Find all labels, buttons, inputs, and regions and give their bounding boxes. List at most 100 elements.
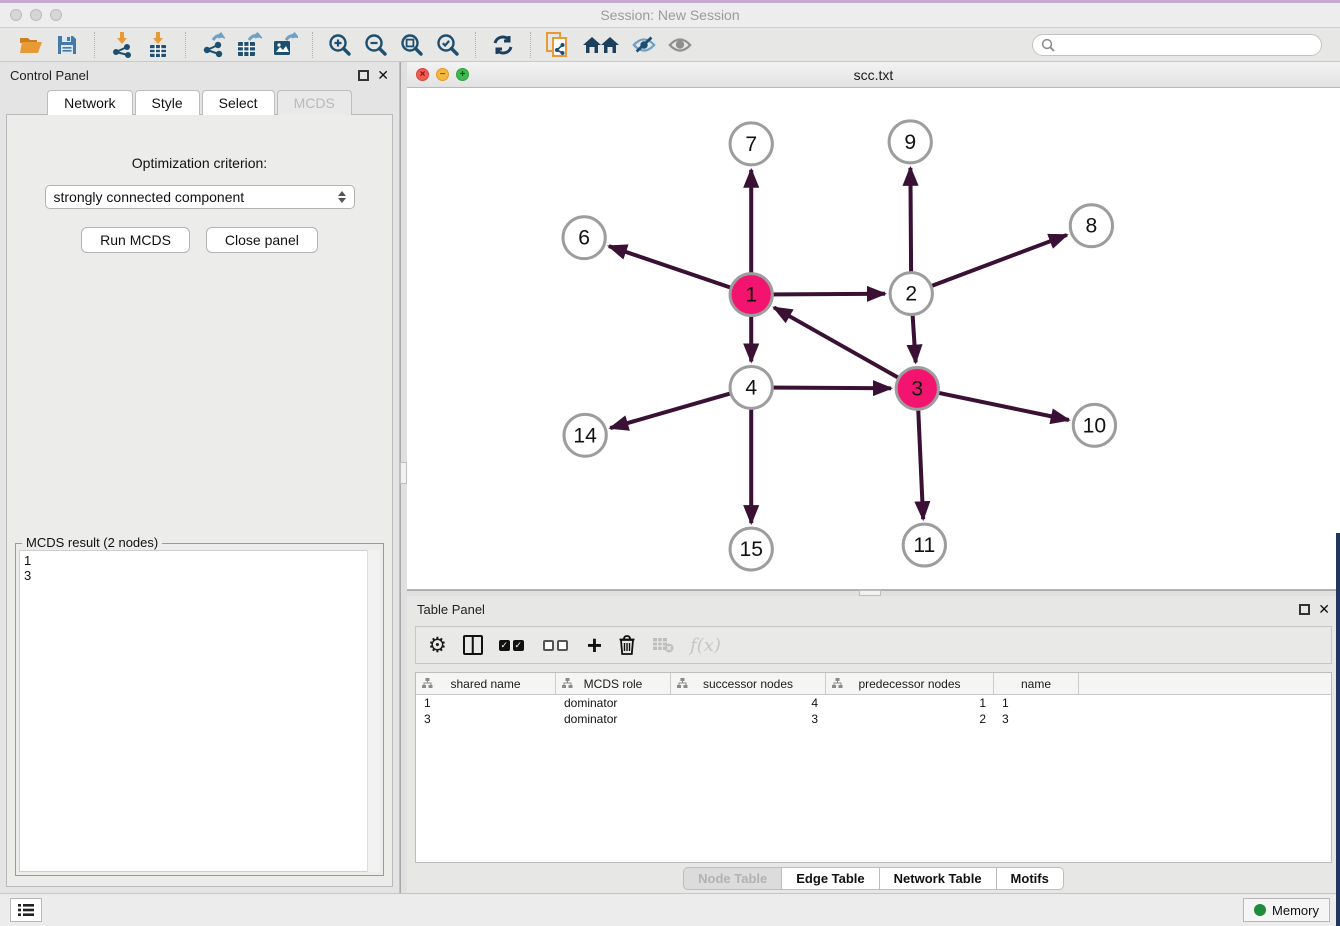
- edge-3-10[interactable]: [917, 388, 1069, 420]
- import-table-icon[interactable]: [145, 32, 171, 58]
- status-bar: Memory: [0, 893, 1340, 926]
- table-cell[interactable]: dominator: [556, 711, 671, 727]
- hide-panel-eye-icon[interactable]: [631, 32, 657, 58]
- column-header-MCDS-role[interactable]: MCDS role: [556, 673, 671, 694]
- table-cell[interactable]: 3: [416, 711, 556, 727]
- open-session-icon[interactable]: [18, 32, 44, 58]
- search-field[interactable]: [1032, 34, 1322, 56]
- column-header-successor-nodes[interactable]: successor nodes: [671, 673, 826, 694]
- graph-node-11[interactable]: 11: [903, 524, 945, 566]
- graph-node-7[interactable]: 7: [730, 123, 772, 165]
- delete-table-icon: [652, 632, 674, 658]
- table-row[interactable]: 1dominator411: [416, 695, 1331, 711]
- tab-select[interactable]: Select: [202, 90, 275, 115]
- column-layout-icon[interactable]: [463, 632, 483, 658]
- splitter-grip[interactable]: [859, 590, 881, 596]
- tab-motifs[interactable]: Motifs: [997, 867, 1064, 890]
- export-image-icon[interactable]: [272, 32, 298, 58]
- table-cell[interactable]: 2: [826, 711, 994, 727]
- zoom-out-icon[interactable]: [363, 32, 389, 58]
- graph-node-10[interactable]: 10: [1073, 404, 1115, 446]
- search-icon: [1041, 38, 1055, 52]
- result-scrollbar[interactable]: [367, 550, 380, 872]
- table-cell[interactable]: 3: [671, 711, 826, 727]
- table-cell[interactable]: 1: [826, 695, 994, 711]
- memory-status-icon: [1254, 904, 1266, 916]
- deselect-all-checkboxes-icon[interactable]: [543, 632, 571, 658]
- zoom-fit-icon[interactable]: [399, 32, 425, 58]
- network-view-window: × − + scc.txt 7968124314101511: [407, 62, 1340, 590]
- graph-node-4[interactable]: 4: [730, 366, 772, 408]
- graph-node-8[interactable]: 8: [1070, 205, 1112, 247]
- delete-column-icon[interactable]: [618, 632, 636, 658]
- mcds-result-title: MCDS result (2 nodes): [22, 535, 162, 550]
- tab-edge-table[interactable]: Edge Table: [782, 867, 879, 890]
- column-header-predecessor-nodes[interactable]: predecessor nodes: [826, 673, 994, 694]
- show-panel-eye-icon[interactable]: [667, 32, 693, 58]
- criterion-select[interactable]: strongly connected component: [45, 185, 355, 209]
- edge-3-1[interactable]: [774, 307, 917, 388]
- optimization-criterion-label: Optimization criterion:: [132, 155, 267, 171]
- zoom-selected-icon[interactable]: [435, 32, 461, 58]
- table-cell[interactable]: 1: [994, 695, 1079, 711]
- column-header-shared-name[interactable]: shared name: [416, 673, 556, 694]
- column-header-name[interactable]: name: [994, 673, 1079, 694]
- svg-text:11: 11: [913, 534, 935, 557]
- float-panel-icon[interactable]: [358, 70, 369, 81]
- export-table-icon[interactable]: [236, 32, 262, 58]
- export-network-icon[interactable]: [200, 32, 226, 58]
- close-panel-button[interactable]: Close panel: [206, 227, 318, 253]
- tab-network-table[interactable]: Network Table: [880, 867, 997, 890]
- tab-style[interactable]: Style: [135, 90, 200, 115]
- node-table[interactable]: shared nameMCDS rolesuccessor nodesprede…: [415, 672, 1332, 863]
- main-toolbar: [0, 28, 1340, 62]
- list-icon: [17, 903, 35, 917]
- float-panel-icon[interactable]: [1299, 604, 1310, 615]
- svg-text:4: 4: [745, 376, 757, 399]
- desktop-background: [1336, 533, 1340, 926]
- horizontal-splitter[interactable]: [407, 590, 1340, 596]
- edge-2-8[interactable]: [911, 235, 1067, 294]
- graph-node-2[interactable]: 2: [890, 273, 932, 315]
- close-panel-icon[interactable]: ✕: [377, 68, 389, 82]
- graph-node-6[interactable]: 6: [563, 217, 605, 259]
- table-cell[interactable]: dominator: [556, 695, 671, 711]
- task-history-button[interactable]: [10, 898, 42, 922]
- select-all-checkboxes-icon[interactable]: ✓✓: [499, 632, 527, 658]
- save-session-icon[interactable]: [54, 32, 80, 58]
- splitter-grip[interactable]: [400, 462, 407, 484]
- memory-button[interactable]: Memory: [1243, 898, 1330, 922]
- table-panel: Table Panel ✕ ⚙ ✓✓ +: [407, 596, 1340, 893]
- svg-text:9: 9: [904, 131, 916, 154]
- close-panel-icon[interactable]: ✕: [1318, 602, 1330, 616]
- tab-node-table[interactable]: Node Table: [683, 867, 782, 890]
- table-cell[interactable]: 1: [416, 695, 556, 711]
- run-mcds-button[interactable]: Run MCDS: [81, 227, 190, 253]
- application-window: Session: New Session: [0, 0, 1340, 926]
- apply-layout-icon[interactable]: [490, 32, 516, 58]
- graph-node-14[interactable]: 14: [564, 414, 606, 456]
- graph-node-3[interactable]: 3: [896, 367, 938, 409]
- tab-mcds[interactable]: MCDS: [277, 90, 352, 115]
- table-settings-gear-icon[interactable]: ⚙: [428, 632, 447, 658]
- svg-text:6: 6: [578, 227, 590, 250]
- table-cell[interactable]: 4: [671, 695, 826, 711]
- session-home-icon[interactable]: [581, 32, 621, 58]
- svg-text:15: 15: [739, 538, 763, 561]
- import-network-icon[interactable]: [109, 32, 135, 58]
- mcds-result-text[interactable]: 1 3: [19, 550, 380, 872]
- vertical-splitter[interactable]: [400, 62, 407, 893]
- search-input[interactable]: [1060, 38, 1313, 52]
- function-builder-icon: f(x): [690, 632, 721, 658]
- clone-network-icon[interactable]: [545, 32, 571, 58]
- mcds-tab-content: Optimization criterion: strongly connect…: [6, 114, 393, 887]
- graph-node-1[interactable]: 1: [730, 274, 772, 316]
- zoom-in-icon[interactable]: [327, 32, 353, 58]
- add-column-icon[interactable]: +: [587, 632, 602, 658]
- table-row[interactable]: 3dominator323: [416, 711, 1331, 727]
- table-cell[interactable]: 3: [994, 711, 1079, 727]
- network-canvas[interactable]: 7 9 6 8 1 2 4 3 14 10 15 11: [407, 88, 1340, 589]
- graph-node-9[interactable]: 9: [889, 121, 931, 163]
- tab-network[interactable]: Network: [47, 90, 132, 115]
- graph-node-15[interactable]: 15: [730, 528, 772, 570]
